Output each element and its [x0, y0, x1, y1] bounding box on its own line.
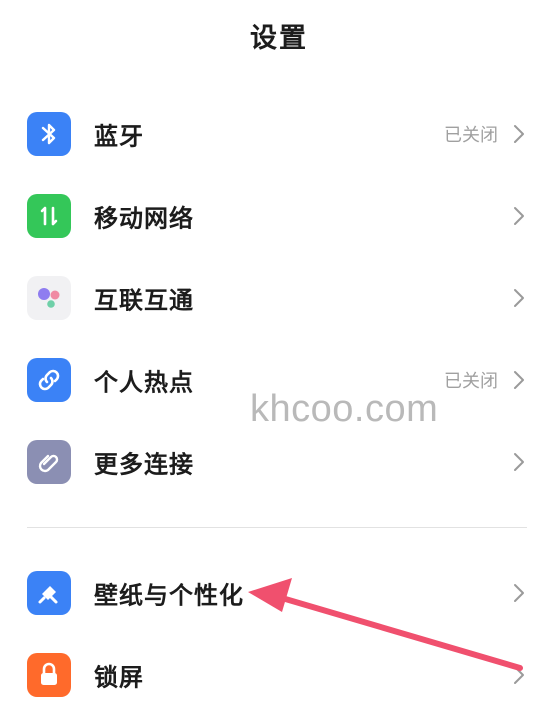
settings-item-interconnect[interactable]: 互联互通 [0, 257, 558, 339]
settings-item-label: 个人热点 [94, 368, 194, 397]
chevron-right-icon [514, 207, 524, 225]
chevron-right-icon [514, 289, 524, 307]
status-text: 已关闭 [444, 371, 498, 392]
settings-item-more-connections[interactable]: 更多连接 [0, 421, 558, 503]
settings-item-label: 壁纸与个性化 [94, 581, 244, 610]
status-text: 已关闭 [444, 125, 498, 146]
chevron-right-icon [514, 125, 524, 143]
more-connections-icon [27, 440, 71, 484]
settings-item-bluetooth[interactable]: 蓝牙 已关闭 [0, 93, 558, 175]
wallpaper-icon [27, 571, 71, 615]
page-title: 设置 [250, 23, 308, 54]
section-divider [27, 527, 527, 528]
settings-item-label: 互联互通 [94, 286, 194, 315]
settings-item-lock-screen[interactable]: 锁屏 [0, 634, 558, 716]
chevron-right-icon [514, 371, 524, 389]
mobile-network-icon [27, 194, 71, 238]
watermark: khcoo.com [250, 388, 439, 430]
settings-item-label: 锁屏 [94, 663, 144, 692]
settings-item-label: 移动网络 [94, 204, 194, 233]
settings-item-wallpaper[interactable]: 壁纸与个性化 [0, 552, 558, 634]
lock-icon [27, 653, 71, 697]
chevron-right-icon [514, 666, 524, 684]
chevron-right-icon [514, 584, 524, 602]
interconnect-icon [27, 276, 71, 320]
settings-item-mobile-network[interactable]: 移动网络 [0, 175, 558, 257]
settings-item-label: 蓝牙 [94, 122, 144, 151]
chevron-right-icon [514, 453, 524, 471]
hotspot-icon [27, 358, 71, 402]
bluetooth-icon [27, 112, 71, 156]
settings-item-label: 更多连接 [94, 450, 194, 479]
